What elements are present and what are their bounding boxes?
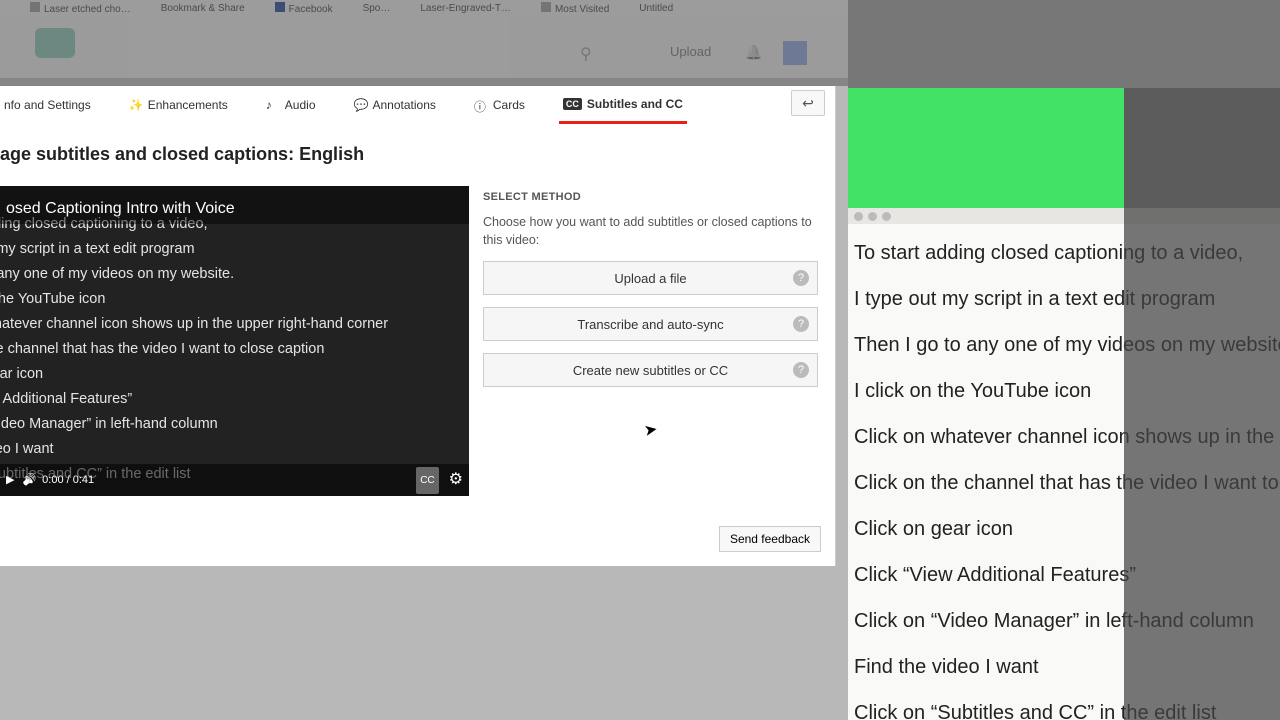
video-time: 0:00 / 0:41 <box>42 468 94 493</box>
tab-enhancements[interactable]: ✨Enhancements <box>125 86 232 124</box>
help-icon[interactable]: ? <box>793 270 809 286</box>
transcribe-autosync-button[interactable]: Transcribe and auto-sync? <box>483 307 818 341</box>
right-dim-overlay <box>1124 88 1280 720</box>
green-screen-preview <box>848 88 1124 208</box>
send-feedback-button[interactable]: Send feedback <box>719 526 821 552</box>
volume-icon[interactable] <box>22 468 42 493</box>
editor-panel: nfo and Settings ✨Enhancements ♪Audio 💬A… <box>0 86 836 566</box>
music-note-icon: ♪ <box>266 98 280 112</box>
video-title: osed Captioning Intro with Voice <box>0 186 469 224</box>
tab-info-settings[interactable]: nfo and Settings <box>0 86 95 124</box>
zoom-icon[interactable] <box>882 212 891 221</box>
info-icon: ⓘ <box>474 98 488 112</box>
upload-file-button[interactable]: Upload a file? <box>483 261 818 295</box>
back-button[interactable]: ↩ <box>791 90 825 116</box>
page-title: age subtitles and closed captions: Engli… <box>0 144 364 165</box>
close-icon[interactable] <box>854 212 863 221</box>
method-description: Choose how you want to add subtitles or … <box>483 213 818 249</box>
wand-icon: ✨ <box>129 98 143 112</box>
editor-tabs: nfo and Settings ✨Enhancements ♪Audio 💬A… <box>0 86 836 124</box>
cc-badge-icon: CC <box>563 98 582 110</box>
gear-icon[interactable] <box>449 467 463 494</box>
dim-overlay <box>0 0 848 86</box>
method-heading: SELECT METHOD <box>483 191 818 203</box>
create-new-subtitles-button[interactable]: Create new subtitles or CC? <box>483 353 818 387</box>
speech-bubble-icon: 💬 <box>354 98 368 112</box>
tab-audio[interactable]: ♪Audio <box>262 86 320 124</box>
tab-subtitles-cc[interactable]: CCSubtitles and CC <box>559 86 687 124</box>
minimize-icon[interactable] <box>868 212 877 221</box>
help-icon[interactable]: ? <box>793 316 809 332</box>
help-icon[interactable]: ? <box>793 362 809 378</box>
tab-cards[interactable]: ⓘCards <box>470 86 529 124</box>
video-content-text: tart adding closed captioning to a video… <box>0 212 388 487</box>
select-method-section: SELECT METHOD Choose how you want to add… <box>483 191 818 387</box>
tab-annotations[interactable]: 💬Annotations <box>350 86 440 124</box>
video-player[interactable]: tart adding closed captioning to a video… <box>0 186 469 496</box>
play-icon[interactable] <box>6 468 22 493</box>
video-controls: 0:00 / 0:41 CC <box>0 464 469 496</box>
cc-toggle[interactable]: CC <box>416 467 438 494</box>
